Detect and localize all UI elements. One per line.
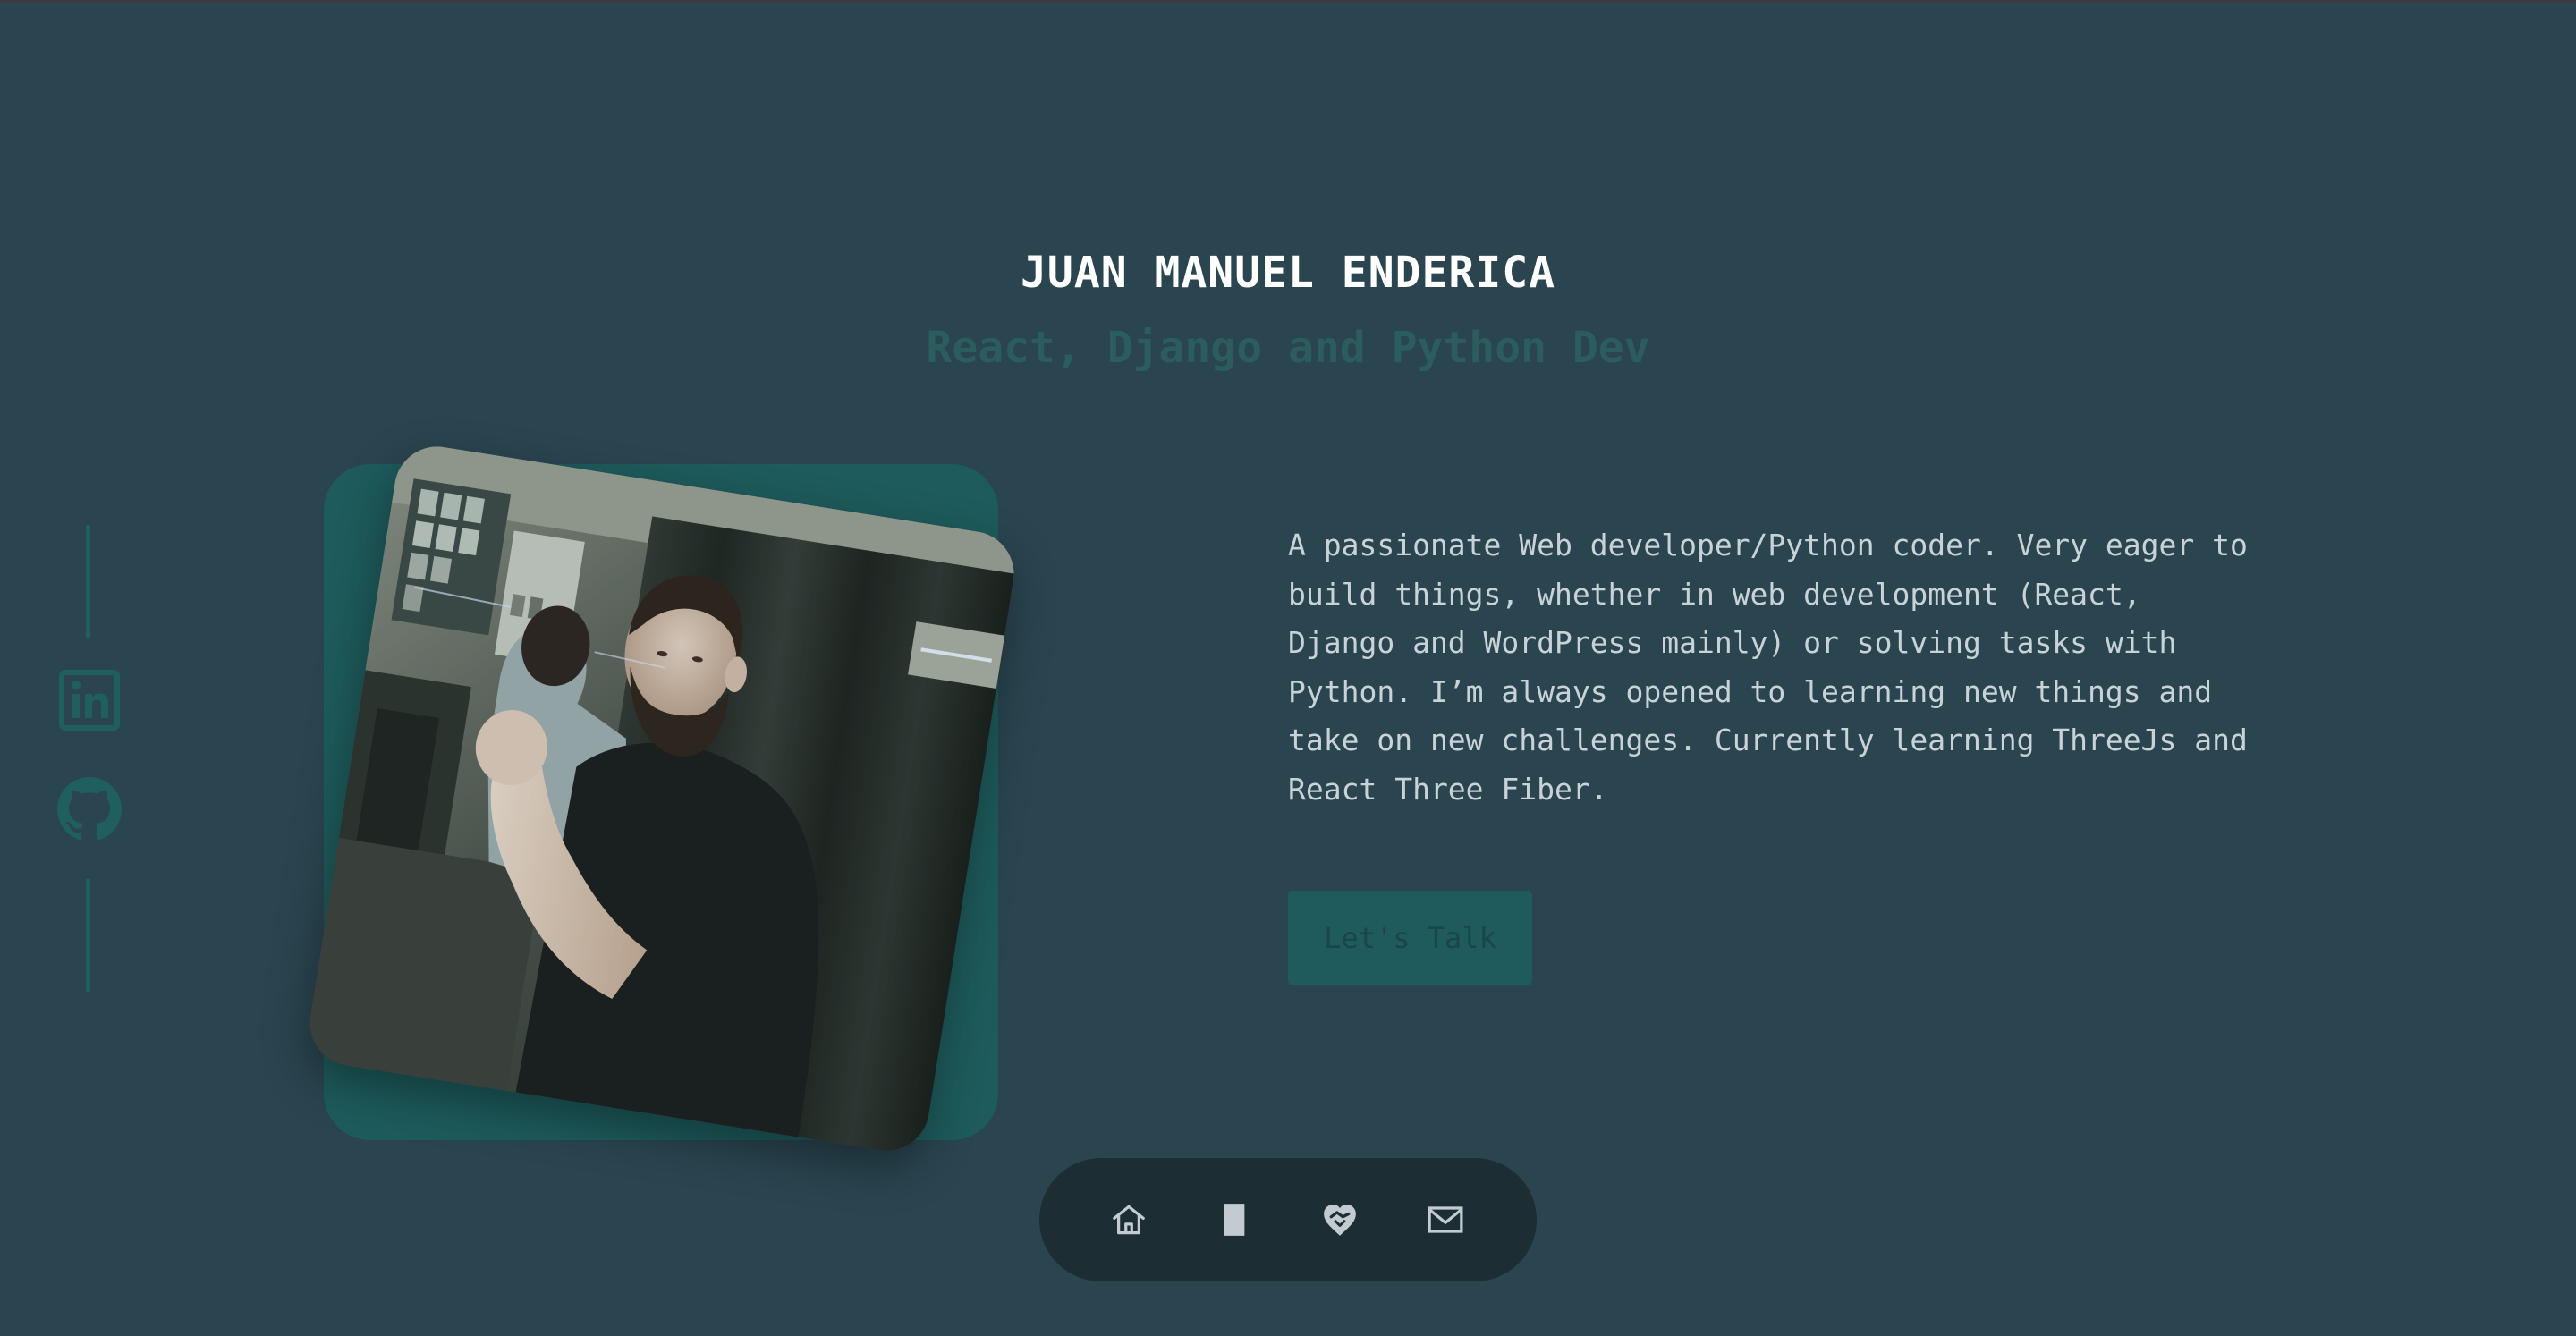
github-link[interactable] [57,777,122,841]
nav-services[interactable] [1317,1196,1363,1243]
home-icon [1113,1205,1145,1235]
github-icon [57,777,122,841]
social-links [57,525,122,995]
nav-resume[interactable] [1211,1196,1258,1243]
document-icon [1224,1204,1245,1236]
profile-photo-image [303,440,1021,1157]
about-text: A passionate Web developer/Python coder.… [1288,528,2248,807]
nav-contact[interactable] [1422,1196,1469,1243]
profile-photo-container [277,414,1046,1183]
linkedin-icon [59,670,120,731]
bottom-navigation [1039,1158,1537,1281]
social-divider-bottom [86,879,90,992]
linkedin-link[interactable] [57,668,122,732]
hero-header: JUAN MANUEL ENDERICA React, Django and P… [0,244,2576,376]
profile-photo [303,440,1021,1157]
nav-home[interactable] [1106,1196,1152,1243]
lets-talk-button[interactable]: Let's Talk [1288,891,1532,985]
person-name: JUAN MANUEL ENDERICA [1021,248,1555,298]
heart-handshake-icon [1324,1204,1356,1236]
job-tagline: React, Django and Python Dev [926,323,1650,373]
mail-icon [1428,1206,1463,1233]
social-divider-top [86,525,90,638]
